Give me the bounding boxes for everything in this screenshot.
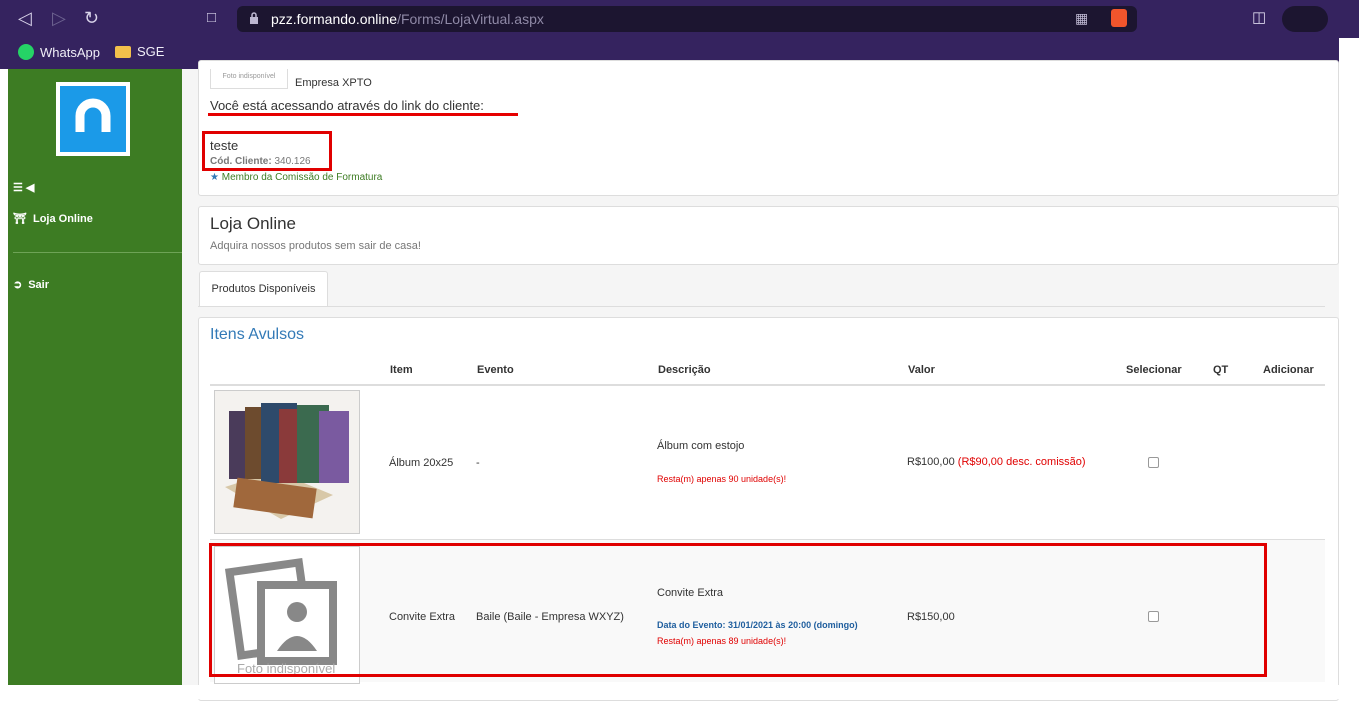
tab-produtos-disponiveis[interactable]: Produtos Disponíveis (199, 271, 328, 306)
col-header-item: Item (390, 364, 413, 376)
col-header-evento: Evento (477, 364, 514, 376)
row1-price-value: R$100,00 (907, 456, 955, 468)
lock-icon (250, 12, 258, 24)
url-path: /Forms/LojaVirtual.aspx (397, 11, 544, 27)
sidebar-item-label: Loja Online (32, 212, 93, 225)
row1-select-checkbox[interactable] (1148, 457, 1159, 468)
sidebar: ☰ ◀ ⛩ Loja Online ➲ Sair (8, 69, 182, 699)
album-photo[interactable] (214, 390, 360, 534)
col-header-descricao: Descrição (658, 364, 711, 376)
sidebar-item-label: Sair (28, 278, 50, 291)
row1-description: Álbum com estojo (657, 440, 745, 452)
row1-item: Álbum 20x25 (389, 457, 454, 469)
reload-icon[interactable]: ↻ (84, 8, 99, 28)
back-icon[interactable]: ◁ (18, 8, 32, 28)
col-header-valor: Valor (908, 364, 935, 376)
access-notice: Você está acessando através do link do c… (210, 98, 484, 113)
bookmark-sge[interactable]: SGE (115, 44, 164, 59)
brave-shield-icon[interactable] (1111, 9, 1127, 27)
page-title: Loja Online (210, 214, 297, 233)
bookmark-label: WhatsApp (40, 44, 100, 60)
sidebar-item-sair[interactable]: ➲ Sair (13, 278, 50, 292)
sidebar-divider (13, 252, 182, 253)
sidebar-toggle[interactable]: ☰ ◀ (13, 181, 34, 194)
section-title: Itens Avulsos (210, 326, 304, 343)
page-edge-bottom (0, 685, 1359, 699)
grid-icon[interactable]: ▦ (1075, 10, 1088, 27)
row1-event: - (476, 457, 480, 469)
cart-icon: ⛩ (13, 213, 27, 225)
tab-divider (198, 306, 1325, 307)
bookmark-label: SGE (137, 44, 165, 59)
bookmark-whatsapp[interactable]: WhatsApp (18, 44, 100, 60)
client-code-label: Cód. Cliente: (210, 156, 272, 167)
company-name: Empresa XPTO (295, 77, 372, 89)
commission-label: Membro da Comissão de Formatura (221, 172, 383, 183)
sidebar-toggle-icon[interactable]: ◫ (1252, 8, 1266, 28)
bookmark-icon[interactable]: □ (207, 8, 216, 28)
album-image (215, 391, 359, 533)
folder-icon (115, 45, 131, 58)
logo-mark (60, 86, 126, 152)
page-edge-right (1339, 38, 1359, 699)
address-bar[interactable]: pzz.formando.online/Forms/LojaVirtual.as… (237, 6, 1137, 32)
profile-photo: Foto indisponível (210, 69, 288, 89)
col-header-selecionar: Selecionar (1126, 364, 1182, 376)
sidebar-item-loja-online[interactable]: ⛩ Loja Online (13, 212, 93, 226)
row1-stock: Resta(m) apenas 90 unidade(s)! (657, 474, 787, 484)
logo[interactable] (56, 82, 130, 156)
menu-toggle-icon: ☰ ◀ (13, 182, 35, 194)
forward-icon[interactable]: ▷ (52, 8, 66, 28)
table-header-separator (210, 384, 1325, 386)
highlight-underline (208, 113, 518, 116)
whatsapp-icon (18, 44, 34, 60)
page-subtitle: Adquira nossos produtos sem sair de casa… (210, 240, 421, 252)
client-code: Cód. Cliente: 340.126 (210, 156, 311, 167)
private-mode-icon[interactable] (1282, 6, 1328, 32)
row1-price: R$100,00 (R$90,00 desc. comissão) (907, 456, 1086, 468)
col-header-adicionar: Adicionar (1263, 364, 1314, 376)
highlight-box-row (209, 543, 1267, 677)
col-header-qt: QT (1213, 364, 1229, 376)
client-name: teste (210, 138, 239, 153)
row1-discount: (R$90,00 desc. comissão) (957, 456, 1086, 468)
logout-icon: ➲ (13, 279, 23, 291)
client-code-value: 340.126 (274, 156, 311, 167)
url-text: pzz.formando.online/Forms/LojaVirtual.as… (271, 11, 544, 27)
browser-toolbar: ◁ ▷ ↻ □ pzz.formando.online/Forms/LojaVi… (0, 0, 1359, 38)
commission-badge: ★ Membro da Comissão de Formatura (210, 172, 382, 183)
star-icon: ★ (210, 172, 219, 183)
magnet-icon (75, 98, 111, 132)
url-domain: pzz.formando.online (271, 11, 398, 27)
store-header-panel (198, 206, 1339, 265)
